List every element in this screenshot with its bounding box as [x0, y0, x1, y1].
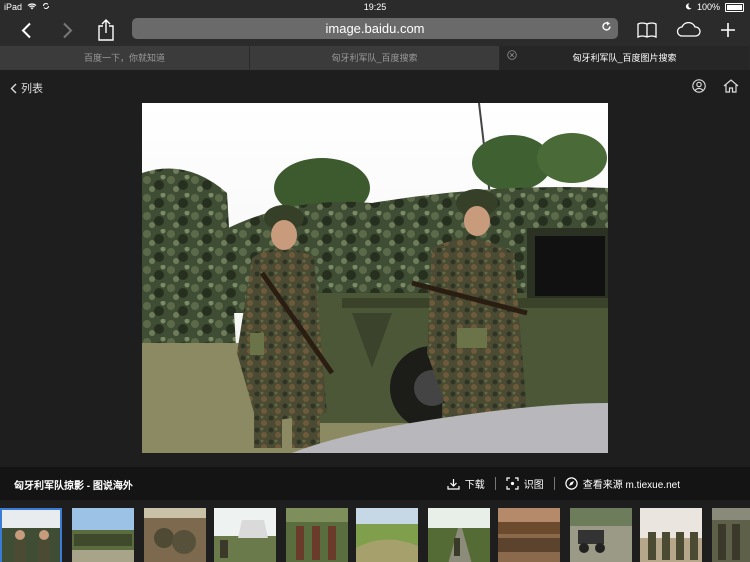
cloud-icon: [676, 22, 701, 37]
tab-label: 匈牙利军队_百度搜索: [331, 53, 418, 63]
tab-baidu-search[interactable]: 匈牙利军队_百度搜索: [250, 46, 500, 70]
tab-label: 匈牙利军队_百度图片搜索: [572, 53, 677, 63]
new-tab-button[interactable]: [718, 14, 738, 46]
status-bar: iPad 19:25 100%: [0, 0, 750, 14]
battery-icon: [725, 2, 744, 12]
tab-baidu-home[interactable]: 百度一下，你就知道: [0, 46, 250, 70]
download-label: 下载: [464, 480, 485, 491]
recognize-label: 识图: [523, 480, 544, 491]
book-icon: [637, 22, 657, 38]
battery-percent: 100%: [696, 2, 720, 12]
reload-icon[interactable]: [601, 18, 612, 39]
thumbnail[interactable]: [0, 508, 62, 562]
thumbnail[interactable]: [712, 508, 750, 562]
thumbnail[interactable]: [356, 508, 418, 562]
thumbnail[interactable]: [144, 508, 206, 562]
divider: [494, 477, 496, 490]
thumbnail[interactable]: [72, 508, 134, 562]
tab-label: 百度一下，你就知道: [83, 53, 165, 63]
url-text: image.baidu.com: [325, 21, 425, 36]
thumbnail[interactable]: [498, 508, 560, 562]
clock: 19:25: [363, 2, 387, 12]
view-source-button[interactable]: 查看来源 m.tiexue.net: [565, 476, 680, 491]
page-nav: 列表: [0, 74, 750, 98]
chevron-right-icon: [62, 22, 72, 38]
forward-button[interactable]: [57, 14, 77, 46]
download-button[interactable]: 下载: [447, 476, 485, 491]
recognize-image-button[interactable]: 识图: [506, 476, 544, 491]
image-title: 匈牙利军队掠影 - 图说海外: [14, 481, 133, 492]
back-button[interactable]: [16, 14, 36, 46]
address-bar[interactable]: image.baidu.com: [132, 18, 618, 39]
share-icon: [98, 19, 114, 41]
main-photo[interactable]: [142, 103, 608, 453]
plus-icon: [721, 23, 735, 37]
divider: [553, 477, 555, 490]
back-to-list-button[interactable]: 列表: [10, 80, 43, 96]
bookmarks-button[interactable]: [636, 14, 658, 46]
home-icon[interactable]: [723, 79, 739, 93]
share-button[interactable]: [95, 14, 117, 46]
close-icon[interactable]: [507, 46, 517, 70]
tab-bar: 百度一下，你就知道 匈牙利军队_百度搜索 匈牙利军队_百度图片搜索: [0, 46, 750, 70]
source-label: 查看来源 m.tiexue.net: [582, 480, 680, 491]
thumbnail-strip: [0, 506, 750, 562]
thumbnail[interactable]: [214, 508, 276, 562]
browser-toolbar: image.baidu.com: [0, 14, 750, 46]
back-label: 列表: [21, 83, 43, 95]
thumbnail[interactable]: [570, 508, 632, 562]
thumbnail[interactable]: [286, 508, 348, 562]
user-icon[interactable]: [692, 79, 706, 93]
scan-icon: [506, 477, 519, 490]
download-icon: [447, 478, 460, 490]
image-info-bar: 匈牙利军队掠影 - 图说海外 下载 识图 查看来源 m.tiexue.net: [0, 467, 750, 500]
tab-baidu-image-search[interactable]: 匈牙利军队_百度图片搜索: [500, 46, 750, 70]
compass-icon: [565, 477, 578, 490]
chevron-left-icon: [10, 83, 17, 93]
moon-icon: [685, 2, 692, 12]
thumbnail[interactable]: [428, 508, 490, 562]
icloud-tabs-button[interactable]: [675, 14, 703, 46]
thumbnail[interactable]: [640, 508, 702, 562]
chevron-left-icon: [21, 22, 31, 38]
